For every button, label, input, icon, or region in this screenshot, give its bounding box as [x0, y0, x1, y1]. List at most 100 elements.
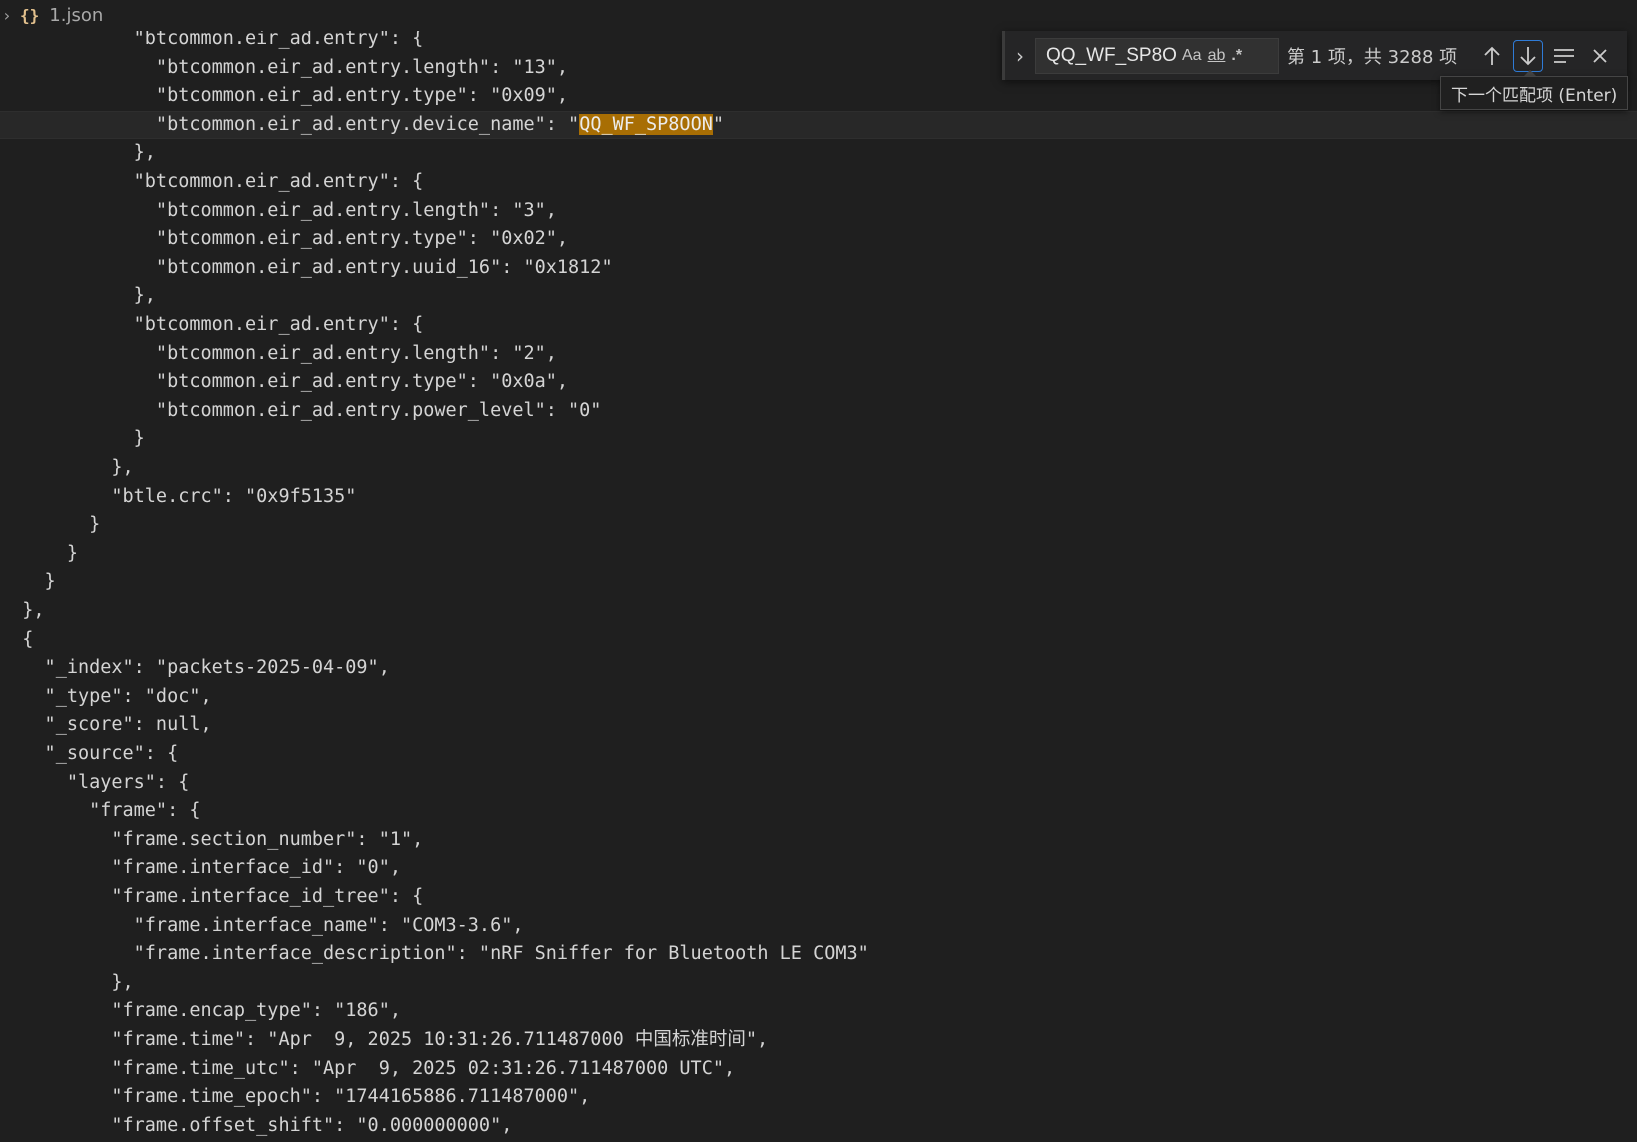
code-line[interactable]: "btcommon.eir_ad.entry.power_level": "0"	[0, 397, 1637, 426]
find-in-selection-icon	[1554, 48, 1574, 63]
close-find-button[interactable]	[1585, 40, 1615, 72]
code-line-text: "btcommon.eir_ad.entry.length": "3",	[0, 199, 557, 221]
find-input-box[interactable]: Aa ab .*	[1035, 37, 1279, 74]
code-line[interactable]: "frame.section_number": "1",	[0, 826, 1637, 855]
json-file-icon: {}	[20, 6, 40, 25]
code-line-text: "btcommon.eir_ad.entry.uuid_16": "0x1812…	[0, 256, 613, 278]
whole-word-toggle[interactable]: ab	[1208, 47, 1226, 65]
code-line-text: "_source": {	[0, 743, 179, 764]
code-line-text: "frame.interface_name": "COM3-3.6",	[0, 914, 524, 936]
code-line-text: "_index": "packets-2025-04-09",	[0, 657, 390, 679]
code-line[interactable]: "_score": null,	[0, 711, 1637, 740]
code-line-text: },	[0, 142, 156, 164]
code-line-text: "frame.interface_id": "0",	[0, 857, 401, 879]
regex-toggle[interactable]: .*	[1231, 47, 1242, 65]
code-line[interactable]: "btcommon.eir_ad.entry.type": "0x0a",	[0, 368, 1637, 397]
code-line-text: "btcommon.eir_ad.entry.device_name": "QQ…	[0, 111, 724, 140]
code-line-text: "layers": {	[0, 771, 190, 793]
code-text: "btcommon.eir_ad.entry.device_name": "	[0, 113, 580, 135]
code-line[interactable]: "btcommon.eir_ad.entry.length": "2",	[0, 340, 1637, 369]
code-line[interactable]: "frame.encap_type": "186",	[0, 997, 1637, 1026]
code-line-text: {	[0, 628, 34, 650]
code-line-text: "frame.interface_description": "nRF Snif…	[0, 943, 869, 965]
code-editor[interactable]: "btcommon.eir_ad.entry": { "btcommon.eir…	[0, 31, 1637, 1142]
code-line-text: "btcommon.eir_ad.entry": {	[0, 314, 424, 335]
code-line[interactable]: }	[0, 568, 1637, 597]
code-line[interactable]: "btcommon.eir_ad.entry.device_name": "QQ…	[0, 110, 1637, 140]
code-line[interactable]: "frame": {	[0, 797, 1637, 826]
code-line[interactable]: "_source": {	[0, 740, 1637, 769]
code-line-text: "frame.section_number": "1",	[0, 828, 424, 850]
code-line[interactable]: },	[0, 597, 1637, 626]
code-line[interactable]: "btcommon.eir_ad.entry": {	[0, 311, 1637, 340]
code-line[interactable]: "btle.crc": "0x9f5135"	[0, 483, 1637, 512]
chevron-right-icon[interactable]: ›	[0, 6, 14, 25]
code-line-text: "frame.time": "Apr 9, 2025 10:31:26.7114…	[0, 1029, 769, 1050]
code-line-text: }	[0, 571, 56, 593]
code-line-text: "btcommon.eir_ad.entry": {	[0, 31, 424, 49]
code-line-text: },	[0, 285, 156, 307]
find-input[interactable]	[1046, 44, 1176, 67]
code-line-text: }	[0, 428, 145, 450]
arrow-up-icon	[1484, 46, 1500, 65]
code-line[interactable]: "frame.interface_name": "COM3-3.6",	[0, 912, 1637, 941]
code-line-text: "btcommon.eir_ad.entry": {	[0, 171, 424, 192]
code-line-text: "frame": {	[0, 800, 201, 822]
code-line[interactable]: },	[0, 139, 1637, 168]
previous-match-button[interactable]	[1477, 40, 1507, 72]
code-line-text: }	[0, 542, 78, 564]
breadcrumb-file-name[interactable]: 1.json	[49, 5, 103, 26]
code-line[interactable]: }	[0, 540, 1637, 569]
code-line[interactable]: "btcommon.eir_ad.entry.type": "0x09",	[0, 82, 1637, 111]
code-line-text: "btcommon.eir_ad.entry.length": "13",	[0, 56, 569, 78]
code-line[interactable]: "layers": {	[0, 769, 1637, 798]
code-line-text: "frame.encap_type": "186",	[0, 1000, 401, 1022]
code-line-text: }	[0, 514, 101, 536]
code-line[interactable]: "btcommon.eir_ad.entry": {	[0, 168, 1637, 197]
code-line-text: "btcommon.eir_ad.entry.power_level": "0"	[0, 399, 602, 421]
code-line[interactable]: "frame.time_epoch": "1744165886.71148700…	[0, 1083, 1637, 1112]
code-line-text: "btcommon.eir_ad.entry.type": "0x09",	[0, 85, 569, 107]
next-match-button[interactable]	[1513, 39, 1543, 72]
code-line-text: },	[0, 971, 134, 993]
match-count: 第 1 项，共 3288 项	[1287, 46, 1458, 68]
search-match-highlight: QQ_WF_SP8OON	[579, 113, 713, 135]
code-line-text: "btcommon.eir_ad.entry.type": "0x02",	[0, 228, 569, 250]
close-icon	[1593, 48, 1607, 63]
code-line[interactable]: "frame.offset_shift": "0.000000000",	[0, 1112, 1637, 1141]
code-line[interactable]: "frame.interface_id": "0",	[0, 854, 1637, 883]
code-line[interactable]: "frame.interface_description": "nRF Snif…	[0, 940, 1637, 969]
code-line[interactable]: "frame.time": "Apr 9, 2025 10:31:26.7114…	[0, 1026, 1637, 1055]
code-line-text: "frame.time_utc": "Apr 9, 2025 02:31:26.…	[0, 1057, 736, 1079]
code-line[interactable]: {	[0, 626, 1637, 655]
code-line[interactable]: "_type": "doc",	[0, 683, 1637, 712]
code-line[interactable]: "frame.interface_id_tree": {	[0, 883, 1637, 912]
code-line[interactable]: "btcommon.eir_ad.entry.length": "3",	[0, 197, 1637, 226]
code-line-text: "_type": "doc",	[0, 685, 212, 707]
next-match-tooltip: 下一个匹配项 (Enter)	[1440, 76, 1629, 110]
code-line[interactable]: },	[0, 969, 1637, 998]
code-line[interactable]: "btcommon.eir_ad.entry.type": "0x02",	[0, 225, 1637, 254]
code-line[interactable]: "frame.time_utc": "Apr 9, 2025 02:31:26.…	[0, 1055, 1637, 1084]
code-line[interactable]: }	[0, 425, 1637, 454]
code-line-text: "btcommon.eir_ad.entry.length": "2",	[0, 342, 557, 364]
code-line[interactable]: "_index": "packets-2025-04-09",	[0, 654, 1637, 683]
code-line-text: "btcommon.eir_ad.entry.type": "0x0a",	[0, 371, 569, 393]
code-line[interactable]: },	[0, 282, 1637, 311]
code-line-text: "_score": null,	[0, 714, 212, 736]
code-line-text: "frame.interface_id_tree": {	[0, 886, 424, 907]
code-line[interactable]: },	[0, 454, 1637, 483]
find-in-selection-button[interactable]	[1549, 40, 1579, 72]
code-text: "	[712, 113, 724, 135]
code-line-text: },	[0, 600, 45, 621]
code-line-text: "frame.offset_shift": "0.000000000",	[0, 1114, 513, 1136]
breadcrumb: › {} 1.json	[0, 0, 1637, 31]
code-line-text: "frame.time_epoch": "1744165886.71148700…	[0, 1086, 591, 1108]
match-case-toggle[interactable]: Aa	[1182, 47, 1202, 65]
code-line[interactable]: }	[0, 511, 1637, 540]
arrow-down-icon	[1520, 46, 1536, 65]
code-line[interactable]: "btcommon.eir_ad.entry.uuid_16": "0x1812…	[0, 254, 1637, 283]
code-line-text: "btle.crc": "0x9f5135"	[0, 485, 357, 507]
toggle-replace-chevron-icon[interactable]: ›	[1005, 44, 1035, 68]
code-line-text: },	[0, 457, 134, 478]
